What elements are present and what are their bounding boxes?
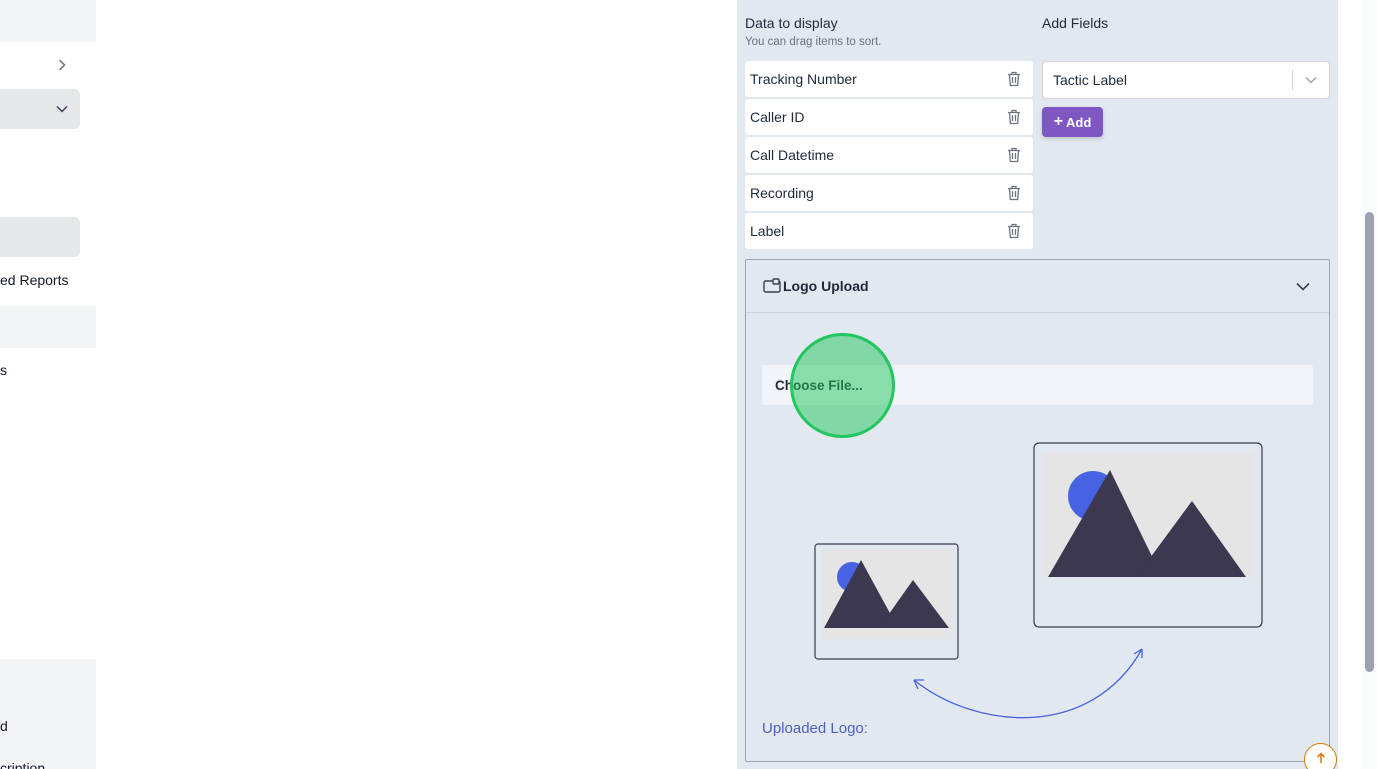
sidebar-item-label[interactable]: d: [0, 718, 8, 734]
add-field-select[interactable]: Tactic Label: [1042, 61, 1330, 99]
data-to-display-hint: You can drag items to sort.: [745, 36, 882, 48]
add-button-label: Add: [1066, 114, 1092, 130]
sidebar-item-active[interactable]: [0, 89, 80, 129]
list-item-recording[interactable]: Recording: [745, 175, 1033, 211]
add-field-button[interactable]: + Add: [1042, 107, 1103, 137]
sidebar-item-label[interactable]: s: [0, 362, 7, 378]
trash-icon[interactable]: [1005, 70, 1023, 88]
sidebar-item-reports[interactable]: ed Reports: [0, 272, 68, 288]
scrollbar-thumb[interactable]: [1365, 212, 1374, 672]
list-item-tracking-number[interactable]: Tracking Number: [745, 61, 1033, 97]
sidebar-section-band: [0, 659, 96, 769]
sidebar-item-subscription[interactable]: cription: [0, 760, 45, 769]
trash-icon[interactable]: [1005, 222, 1023, 240]
report-settings-panel: Data to display You can drag items to so…: [737, 0, 1338, 769]
list-item-label[interactable]: Label: [745, 213, 1033, 249]
field-label: Label: [750, 223, 785, 239]
chevron-down-icon[interactable]: [1293, 76, 1329, 84]
logo-resize-illustration: [814, 442, 1263, 719]
sidebar-section-band: [0, 0, 96, 42]
list-item-call-datetime[interactable]: Call Datetime: [745, 137, 1033, 173]
uploaded-logo-label: Uploaded Logo:: [762, 720, 868, 737]
trash-icon[interactable]: [1005, 146, 1023, 164]
trash-icon[interactable]: [1005, 108, 1023, 126]
data-to-display-title: Data to display: [745, 15, 838, 31]
field-label: Recording: [750, 185, 814, 201]
sidebar-section-band: [0, 306, 96, 348]
scroll-to-top-button[interactable]: [1304, 743, 1337, 769]
trash-icon[interactable]: [1005, 184, 1023, 202]
plus-icon: +: [1053, 113, 1064, 130]
field-label: Caller ID: [750, 109, 805, 125]
sidebar-expand-icon[interactable]: [55, 58, 69, 72]
field-label: Tracking Number: [750, 71, 857, 87]
sidebar-item-selected[interactable]: [0, 217, 80, 257]
list-item-caller-id[interactable]: Caller ID: [745, 99, 1033, 135]
add-fields-title: Add Fields: [1042, 15, 1109, 31]
field-label: Call Datetime: [750, 147, 835, 163]
chevron-down-icon: [55, 102, 69, 116]
arrow-up-icon: [1316, 752, 1326, 764]
scrollbar[interactable]: [1362, 0, 1377, 769]
sidebar: ed Reports s d cription: [0, 0, 96, 769]
select-value: Tactic Label: [1053, 72, 1127, 88]
logo-upload-accordion: Logo Upload Choose File... Uploaded Logo…: [745, 259, 1330, 762]
